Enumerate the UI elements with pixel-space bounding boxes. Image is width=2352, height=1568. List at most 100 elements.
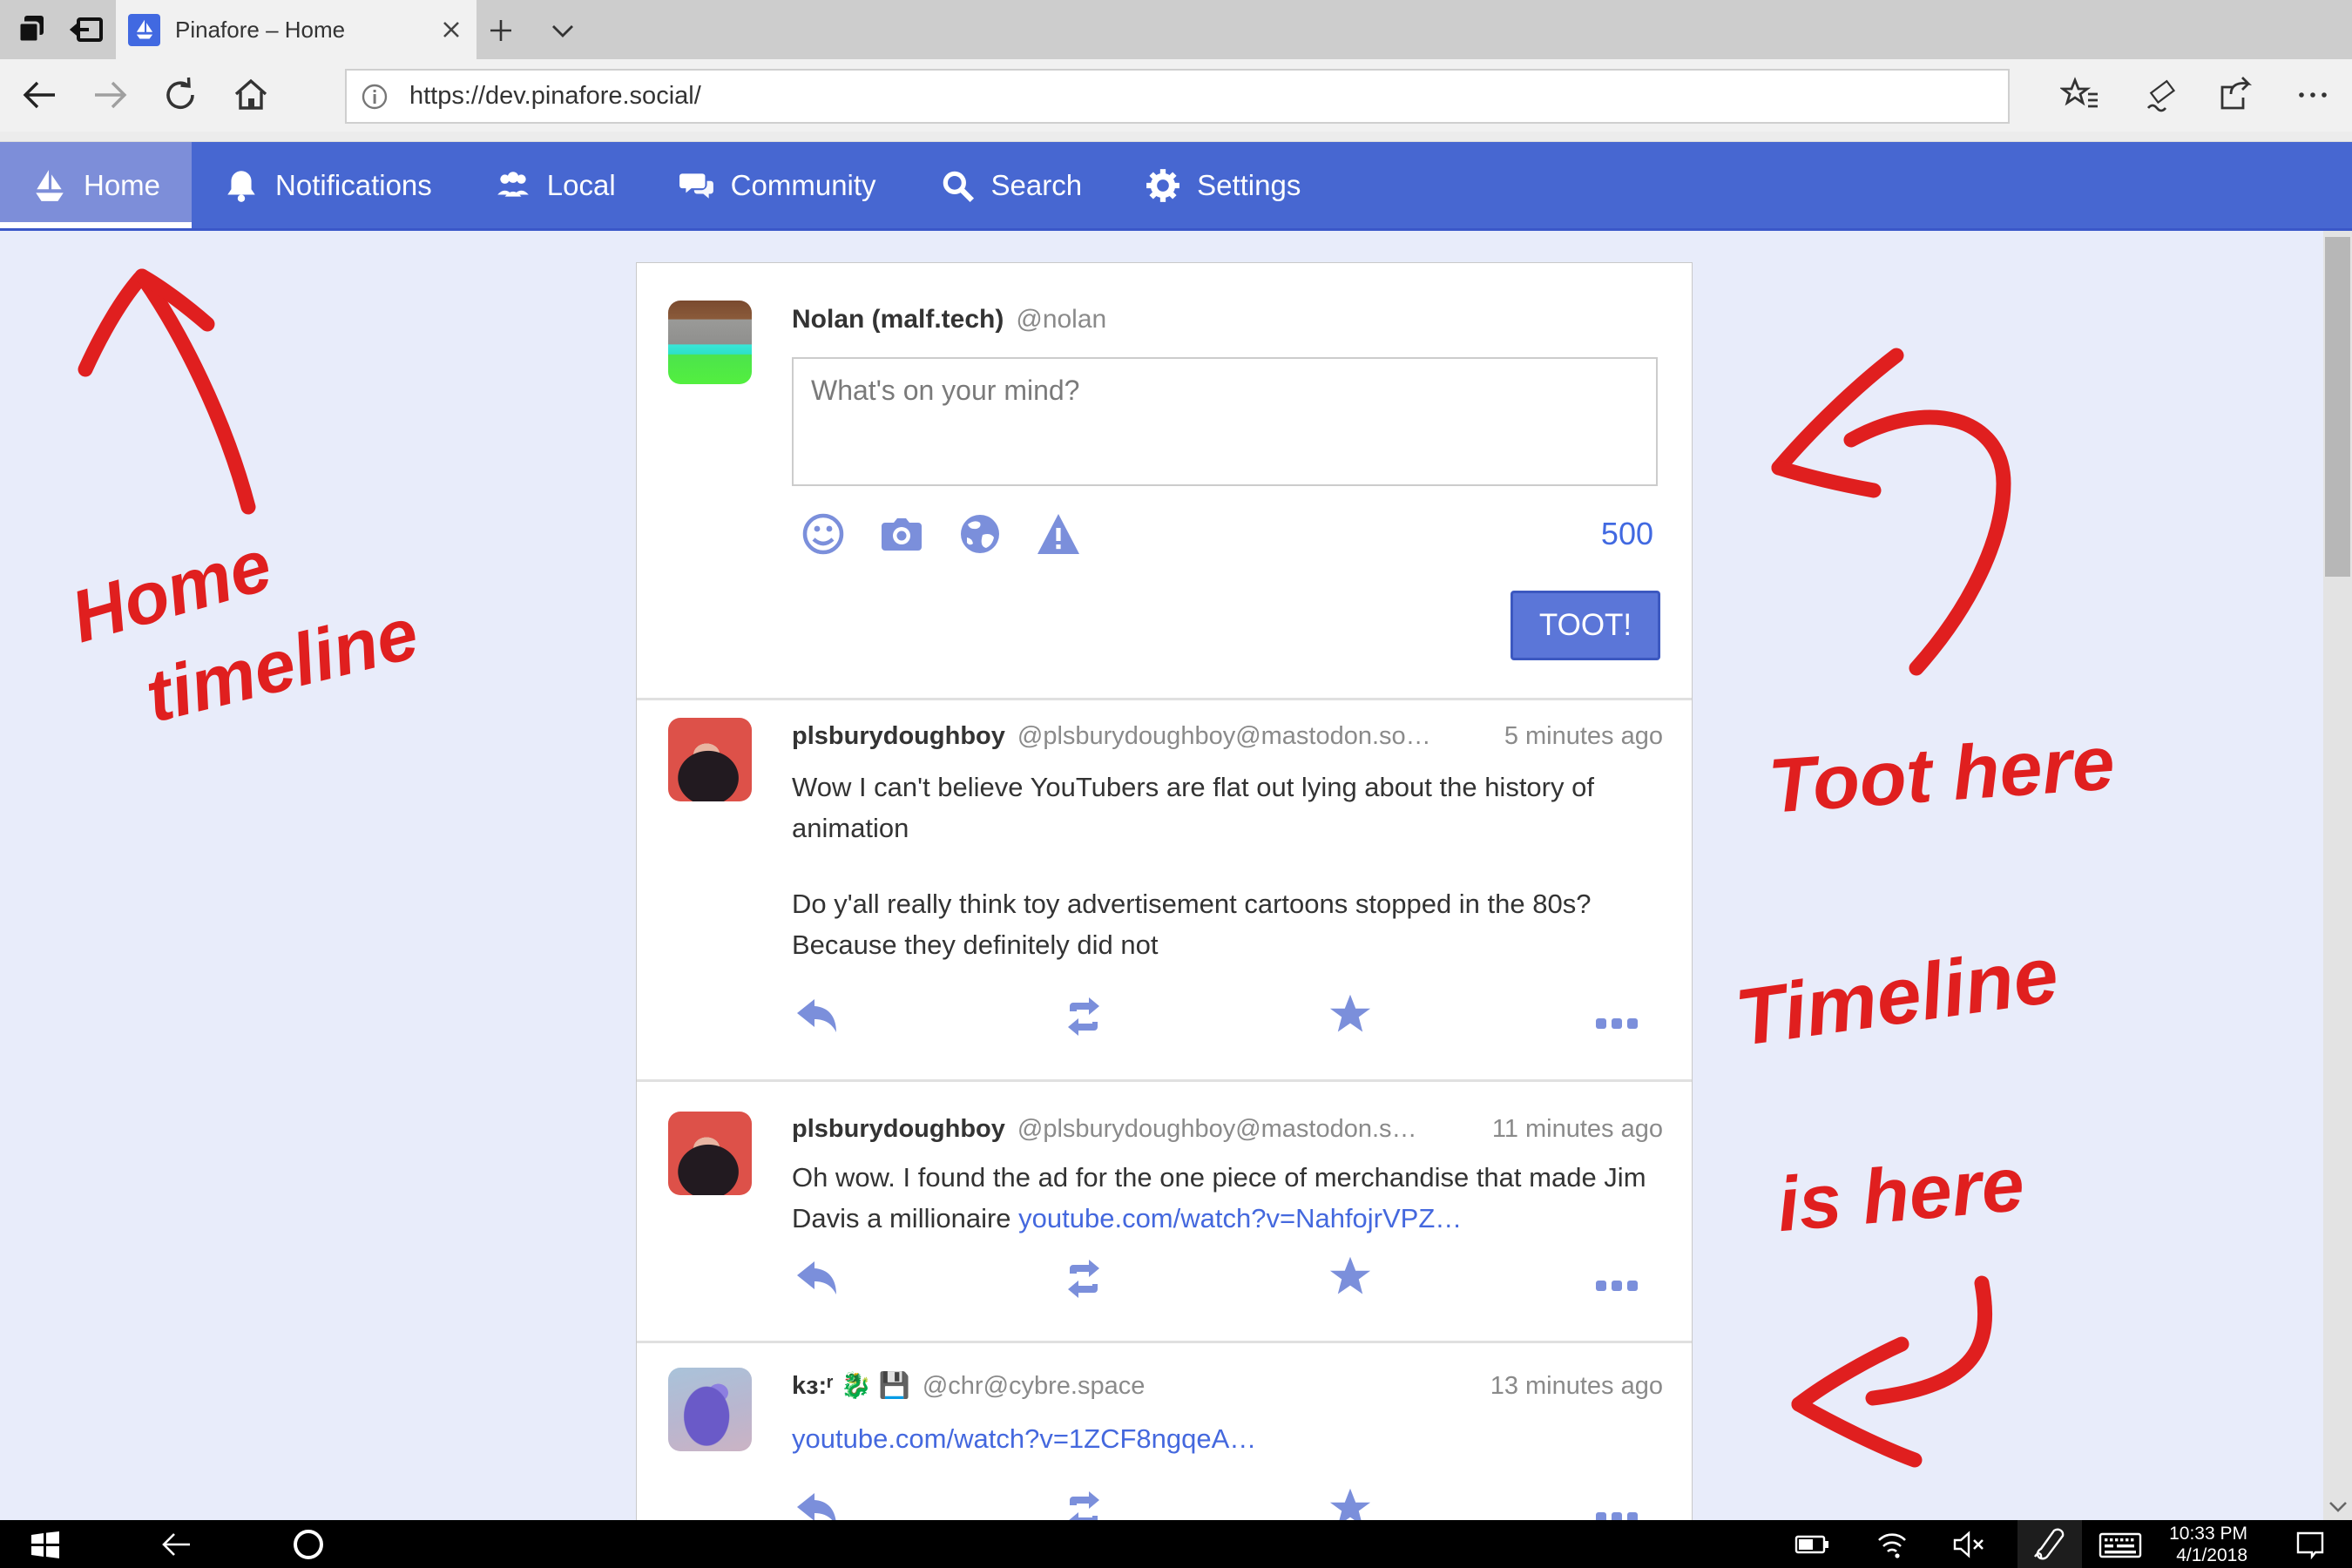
nav-item-notifications[interactable]: Notifications	[192, 142, 463, 228]
emoji-icon[interactable]	[800, 510, 847, 558]
toot-user-row: plsburydoughboy @plsburydoughboy@mastodo…	[792, 722, 1663, 751]
refresh-icon[interactable]	[161, 75, 201, 115]
avatar[interactable]	[668, 718, 752, 801]
toot-handle[interactable]: @plsburydoughboy@mastodon.s…	[1017, 1115, 1417, 1144]
web-note-pen-icon[interactable]	[2141, 75, 2181, 115]
muted-speaker-icon[interactable]	[1950, 1525, 1988, 1564]
toot-display-name[interactable]: kз:ʳ 🐉 💾	[792, 1371, 910, 1401]
avatar[interactable]	[668, 1112, 752, 1195]
toot-display-name[interactable]: plsburydoughboy	[792, 1115, 1005, 1144]
toot-button[interactable]: TOOT!	[1511, 591, 1660, 660]
nav-label-settings: Settings	[1197, 169, 1301, 202]
divider	[637, 1079, 1692, 1082]
close-tab-icon[interactable]	[438, 17, 464, 43]
divider	[637, 698, 1692, 700]
more-dots-icon[interactable]	[1591, 1004, 1643, 1045]
char-counter: 500	[1601, 516, 1653, 552]
nav-label-notifications: Notifications	[275, 169, 432, 202]
wifi-icon[interactable]	[1873, 1525, 1911, 1564]
favorite-star-icon[interactable]	[1324, 993, 1376, 1035]
nav-label-community: Community	[731, 169, 876, 202]
nav-item-community[interactable]: Community	[647, 142, 908, 228]
nav-label-home: Home	[84, 169, 160, 202]
more-options-icon[interactable]	[2293, 75, 2333, 115]
divider	[637, 1341, 1692, 1343]
favorites-hub-icon[interactable]	[2060, 75, 2100, 115]
nav-item-search[interactable]: Search	[908, 142, 1114, 228]
nav-item-settings[interactable]: Settings	[1113, 142, 1332, 228]
page-info-icon[interactable]	[361, 83, 389, 111]
toot-body: Oh wow. I found the ad for the one piece…	[792, 1157, 1659, 1239]
tab-stack-icon[interactable]	[16, 12, 51, 47]
reply-icon[interactable]	[792, 1490, 844, 1520]
taskbar-clock[interactable]: 10:33 PM 4/1/2018	[2126, 1523, 2247, 1566]
browser-tab-pinafore[interactable]: Pinafore – Home	[116, 0, 476, 59]
sailboat-icon	[31, 167, 68, 204]
timeline-card: Nolan (malf.tech) @nolan	[636, 262, 1693, 1520]
toot-link[interactable]: youtube.com/watch?v=1ZCF8ngqeA…	[792, 1423, 1256, 1454]
forward-icon[interactable]	[90, 75, 130, 115]
windows-start-icon[interactable]	[26, 1525, 64, 1564]
boost-icon[interactable]	[1058, 1258, 1110, 1300]
action-center-icon[interactable]	[2291, 1525, 2329, 1564]
new-tab-icon[interactable]	[488, 17, 514, 44]
compose-handle[interactable]: @nolan	[1016, 305, 1106, 335]
globe-icon[interactable]	[956, 510, 1004, 558]
toot-timestamp[interactable]: 13 minutes ago	[1490, 1372, 1663, 1401]
cortana-icon[interactable]	[289, 1525, 328, 1564]
favorite-star-icon[interactable]	[1324, 1487, 1376, 1520]
more-dots-icon[interactable]	[1591, 1497, 1643, 1520]
toot-body: youtube.com/watch?v=1ZCF8ngqeA…	[792, 1418, 1659, 1459]
tab-title: Pinafore – Home	[175, 17, 438, 44]
share-icon[interactable]	[2215, 75, 2255, 115]
toot-user-row: plsburydoughboy @plsburydoughboy@mastodo…	[792, 1115, 1663, 1144]
page-scrollbar-thumb[interactable]	[2325, 237, 2350, 577]
pen-icon[interactable]	[2030, 1525, 2068, 1564]
people-icon	[495, 167, 531, 204]
favorite-star-icon[interactable]	[1324, 1255, 1376, 1297]
compose-user-row: Nolan (malf.tech) @nolan	[792, 305, 1663, 335]
avatar[interactable]	[668, 1368, 752, 1451]
chrome-bottom-strip	[0, 132, 2352, 142]
gear-icon	[1145, 167, 1181, 204]
toot-handle[interactable]: @chr@cybre.space	[923, 1372, 1146, 1401]
taskbar: 10:33 PM 4/1/2018	[0, 1520, 2352, 1568]
back-icon[interactable]	[20, 75, 60, 115]
toot-handle[interactable]: @plsburydoughboy@mastodon.so…	[1017, 722, 1431, 751]
tab-list-chevron-icon[interactable]	[551, 23, 575, 40]
clock-time: 10:33 PM	[2126, 1523, 2247, 1544]
toot-timestamp[interactable]: 5 minutes ago	[1504, 722, 1663, 751]
magnifier-icon	[939, 167, 976, 204]
screenshot-root: Pinafore – Home	[0, 0, 2352, 1568]
reply-icon[interactable]	[792, 996, 844, 1037]
pinafore-nav-bar: Home Notifications Local Community	[0, 142, 2352, 231]
nav-item-home[interactable]: Home	[0, 142, 192, 228]
url-input[interactable]	[408, 81, 1994, 112]
home-icon[interactable]	[231, 75, 271, 115]
toot-link[interactable]: youtube.com/watch?v=NahfojrVPZ…	[1018, 1203, 1462, 1233]
avatar[interactable]	[668, 301, 752, 384]
toot-body: Wow I can't believe YouTubers are flat o…	[792, 767, 1659, 848]
bell-icon	[223, 167, 260, 204]
toot-timestamp[interactable]: 11 minutes ago	[1492, 1115, 1663, 1144]
clock-date: 4/1/2018	[2126, 1544, 2247, 1566]
browser-tab-bar: Pinafore – Home	[0, 0, 2352, 59]
content-warning-icon[interactable]	[1035, 510, 1082, 558]
boost-icon[interactable]	[1058, 996, 1110, 1037]
toot-display-name[interactable]: plsburydoughboy	[792, 722, 1005, 751]
boost-icon[interactable]	[1058, 1490, 1110, 1520]
battery-icon[interactable]	[1793, 1525, 1831, 1564]
pinafore-favicon	[128, 14, 160, 46]
camera-icon[interactable]	[878, 510, 925, 558]
address-bar[interactable]	[345, 69, 2010, 124]
compose-input[interactable]	[792, 357, 1658, 486]
more-dots-icon[interactable]	[1591, 1266, 1643, 1308]
compose-display-name[interactable]: Nolan (malf.tech)	[792, 305, 1004, 335]
back-icon[interactable]	[157, 1525, 195, 1564]
toot-user-row: kз:ʳ 🐉 💾 @chr@cybre.space 13 minutes ago	[792, 1371, 1663, 1401]
scrollbar-down-arrow-icon[interactable]	[2328, 1500, 2349, 1514]
set-tabs-aside-icon[interactable]	[70, 12, 105, 47]
page-background: Nolan (malf.tech) @nolan	[0, 231, 2352, 1520]
nav-item-local[interactable]: Local	[463, 142, 647, 228]
reply-icon[interactable]	[792, 1258, 844, 1300]
